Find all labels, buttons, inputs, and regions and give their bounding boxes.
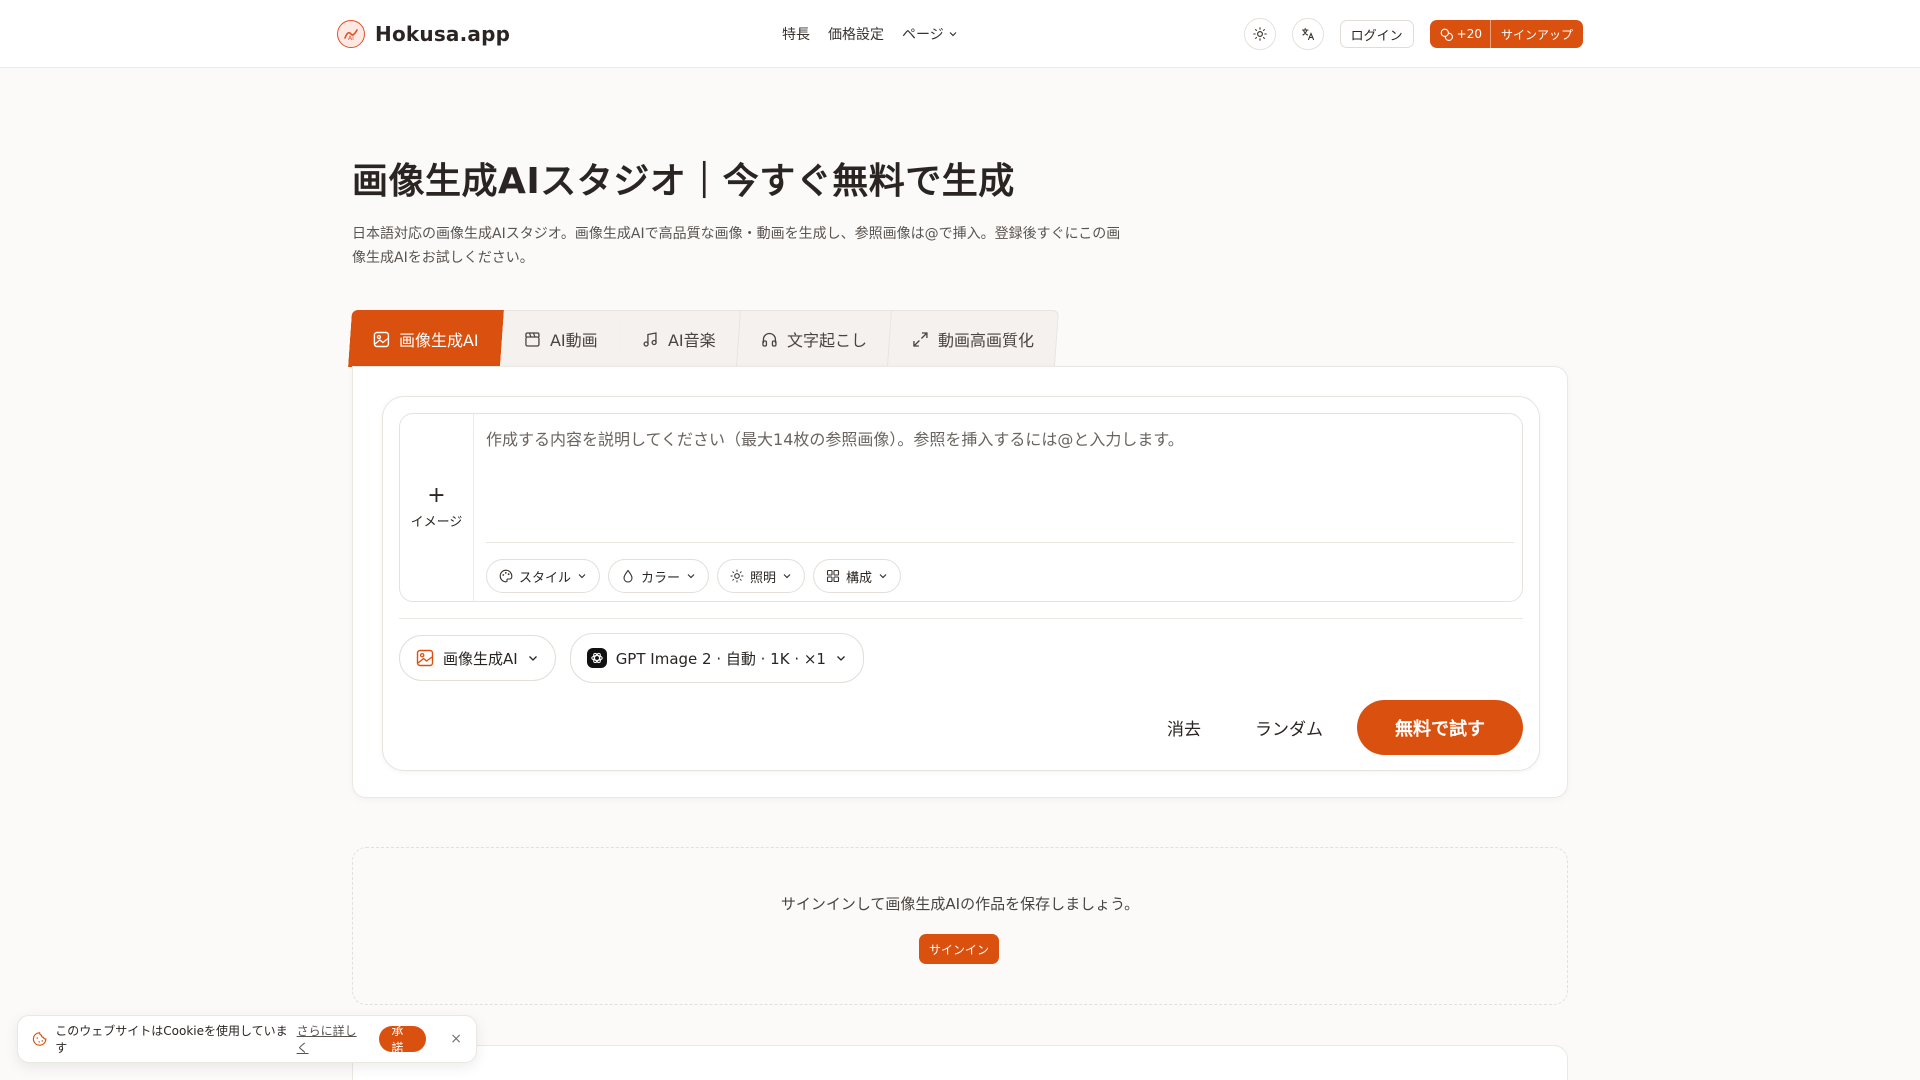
- music-note-icon: [643, 331, 658, 347]
- composition-dropdown[interactable]: 構成: [813, 559, 902, 593]
- nav-pricing[interactable]: 価格設定: [828, 24, 884, 44]
- chevron-down-icon: [528, 656, 537, 661]
- composer-divider: [399, 618, 1523, 619]
- chevron-down-icon: [578, 574, 586, 579]
- sun-icon: [730, 569, 744, 583]
- main-nav: 特長 価格設定 ページ: [782, 24, 958, 44]
- brand-name: Hokusa.app: [375, 22, 511, 46]
- tab-video-upscale[interactable]: 動画高画質化: [888, 310, 1060, 367]
- openai-logo-icon: [586, 648, 607, 668]
- site-header: AI Hokusa.app 特長 価格設定 ページ ログイン +20 サインアッ…: [0, 0, 1920, 68]
- style-label: スタイル: [519, 570, 572, 586]
- page-title: 画像生成AIスタジオ｜今すぐ無料で生成: [352, 161, 1015, 202]
- chevron-down-icon: [687, 574, 695, 579]
- page-description: 日本語対応の画像生成AIスタジオ。画像生成AIで高品質な画像・動画を生成し、参照…: [352, 226, 1121, 266]
- signin-button[interactable]: サインイン: [919, 934, 1000, 964]
- style-dropdown[interactable]: スタイル: [486, 559, 601, 593]
- signin-prompt-card: サインインして画像生成AIの作品を保存しましょう。 サインイン: [352, 847, 1568, 1005]
- mode-dropdown[interactable]: 画像生成AI: [399, 635, 556, 681]
- expand-icon: [913, 331, 928, 347]
- signup-credits: +20: [1430, 20, 1491, 48]
- tab-label: 画像生成AI: [398, 331, 479, 350]
- color-dropdown[interactable]: カラー: [608, 559, 710, 593]
- coins-icon: [1440, 28, 1453, 41]
- palette-icon: [499, 569, 513, 583]
- translate-icon: [1301, 27, 1314, 41]
- prompt-options: スタイル カラー 照明 構成: [486, 559, 902, 593]
- header-actions: ログイン +20 サインアップ: [1243, 18, 1583, 50]
- headphones-icon: [762, 332, 777, 347]
- next-section-card: [352, 1045, 1568, 1080]
- image-icon: [373, 331, 390, 347]
- signup-button[interactable]: +20 サインアップ: [1429, 20, 1583, 48]
- composer-actions: 消去 ランダム 無料で試す: [1147, 700, 1523, 755]
- brand-logo-icon: AI: [337, 20, 365, 48]
- generation-settings: 画像生成AI GPT Image 2 · 自動 · 1K · ×1: [399, 633, 864, 683]
- language-button[interactable]: [1291, 18, 1324, 50]
- lighting-dropdown[interactable]: 照明: [717, 559, 806, 593]
- try-free-button[interactable]: 無料で試す: [1357, 700, 1523, 755]
- nav-pages[interactable]: ページ: [902, 24, 958, 44]
- chevron-down-icon: [783, 574, 791, 579]
- studio-tabs: 画像生成AI AI動画 AI音楽 文字起こし 動画高画質化: [348, 310, 1060, 367]
- add-image-label: イメージ: [410, 515, 463, 530]
- tab-image-ai[interactable]: 画像生成AI: [348, 310, 504, 367]
- login-button[interactable]: ログイン: [1339, 20, 1414, 48]
- grid-icon: [826, 569, 840, 583]
- add-image-button[interactable]: + イメージ: [400, 414, 474, 601]
- svg-text:AI: AI: [348, 35, 354, 42]
- mode-label: 画像生成AI: [443, 649, 518, 668]
- tab-transcription[interactable]: 文字起こし: [737, 310, 893, 367]
- theme-toggle-button[interactable]: [1243, 18, 1276, 50]
- composition-label: 構成: [846, 570, 873, 586]
- cookie-icon: [32, 1032, 47, 1046]
- color-label: カラー: [641, 570, 681, 586]
- prompt-box: + イメージ スタイル カラー: [399, 413, 1523, 602]
- chevron-down-icon: [879, 574, 887, 579]
- lighting-label: 照明: [750, 570, 777, 586]
- signup-credits-value: +20: [1456, 27, 1482, 41]
- nav-pages-label: ページ: [902, 27, 944, 43]
- image-icon: [416, 649, 434, 667]
- signin-prompt-text: サインインして画像生成AIの作品を保存しましょう。: [780, 895, 1140, 913]
- cookie-accept-button[interactable]: 承諾: [379, 1024, 427, 1055]
- tab-ai-music[interactable]: AI音楽: [618, 310, 742, 367]
- sun-icon: [1252, 27, 1267, 41]
- cookie-learn-more-link[interactable]: さらに詳しく: [297, 1022, 366, 1056]
- composer: + イメージ スタイル カラー: [382, 396, 1540, 771]
- prompt-input[interactable]: [486, 426, 1506, 526]
- droplet-icon: [623, 569, 633, 583]
- close-icon[interactable]: ×: [450, 1031, 462, 1047]
- cookie-text: このウェブサイトはCookieを使用しています: [55, 1024, 288, 1055]
- tab-label: AI音楽: [668, 331, 716, 350]
- clear-button[interactable]: 消去: [1147, 715, 1221, 740]
- nav-features[interactable]: 特長: [782, 24, 810, 44]
- chevron-down-icon: [949, 32, 957, 37]
- random-button[interactable]: ランダム: [1235, 715, 1343, 740]
- tab-label: 文字起こし: [786, 331, 867, 350]
- tab-label: 動画高画質化: [937, 331, 1035, 350]
- signup-label: サインアップ: [1500, 27, 1573, 42]
- chevron-down-icon: [837, 656, 845, 661]
- model-dropdown[interactable]: GPT Image 2 · 自動 · 1K · ×1: [569, 633, 864, 683]
- generator-card: + イメージ スタイル カラー: [352, 366, 1568, 798]
- tab-ai-video[interactable]: AI動画: [499, 310, 623, 367]
- cookie-banner: このウェブサイトはCookieを使用しています さらに詳しく 承諾 ×: [17, 1015, 477, 1063]
- clapperboard-icon: [524, 331, 540, 347]
- prompt-divider: [486, 542, 1514, 543]
- plus-icon: +: [427, 483, 446, 508]
- tab-label: AI動画: [549, 331, 598, 350]
- model-label: GPT Image 2 · 自動 · 1K · ×1: [615, 649, 826, 668]
- brand[interactable]: AI Hokusa.app: [337, 20, 510, 48]
